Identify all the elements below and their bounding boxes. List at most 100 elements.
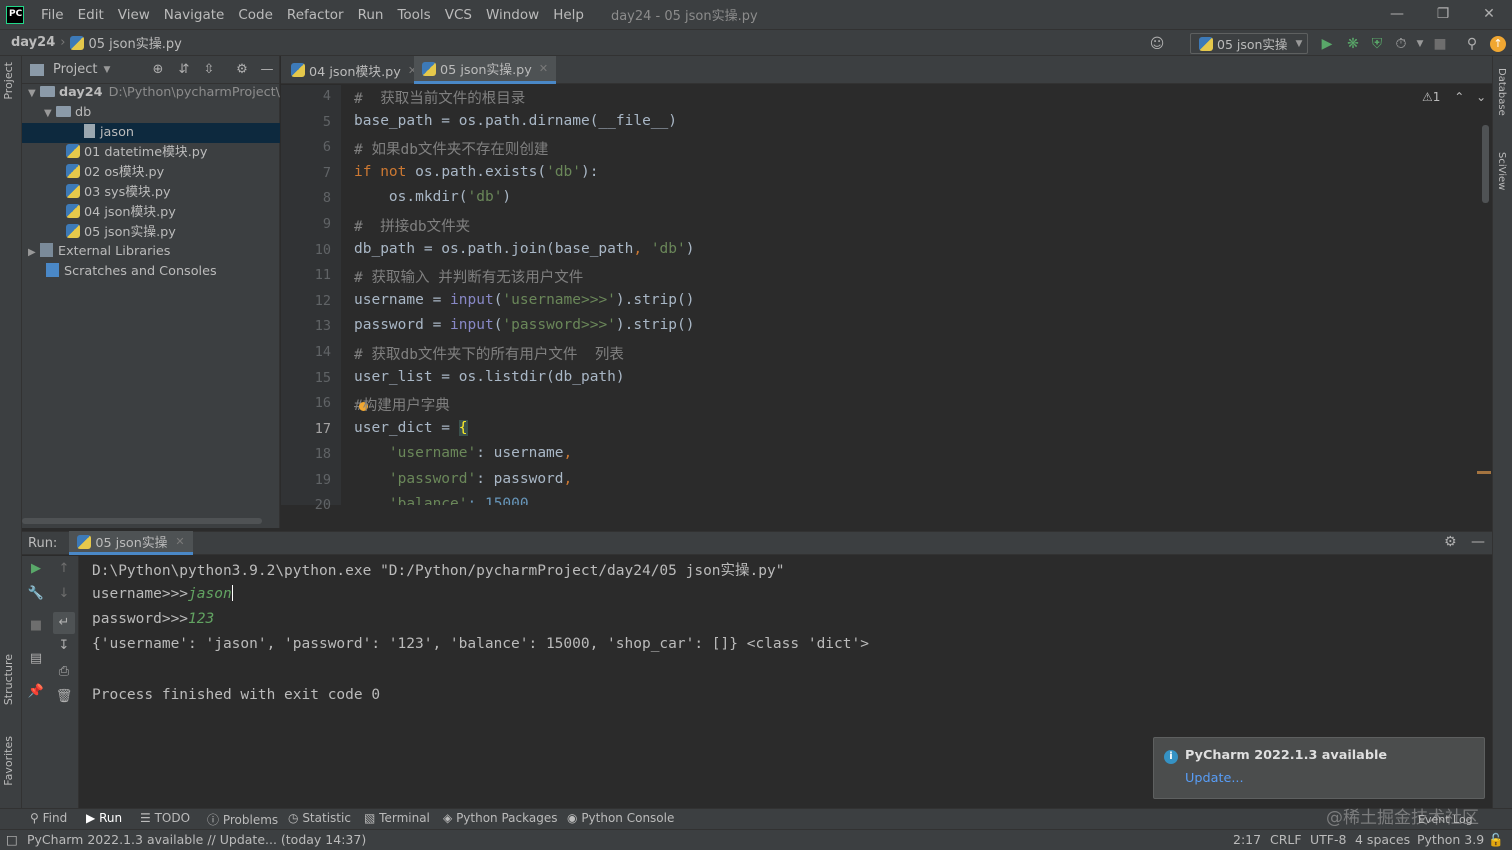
debug-icon[interactable]: ❋ (1344, 35, 1362, 53)
scroll-marker (1477, 471, 1491, 474)
editor-vertical-scrollbar[interactable] (1482, 125, 1489, 203)
side-tab-structure[interactable]: Structure (2, 654, 15, 705)
project-view-select[interactable]: Project (53, 62, 97, 77)
tool-todo[interactable]: ☰ TODO (140, 811, 190, 825)
pin-icon[interactable]: 📌 (27, 683, 45, 701)
tree-item-file[interactable]: 05 json实操.py (22, 223, 280, 243)
status-interpreter[interactable]: Python 3.9 (1417, 832, 1484, 847)
status-encoding[interactable]: UTF-8 (1310, 832, 1346, 847)
code-line-14: # 获取db文件夹下的所有用户文件 列表 (354, 347, 624, 363)
chevron-up-icon[interactable]: ⌃ (1454, 90, 1464, 104)
code-comma: , (563, 471, 573, 487)
update-link[interactable]: Update... (1185, 771, 1244, 786)
hide-panel-icon[interactable]: — (259, 62, 275, 78)
editor-tab-json-module[interactable]: 04 json模块.py ✕ (283, 56, 425, 84)
tree-item-file[interactable]: 02 os模块.py (22, 163, 280, 183)
menu-navigate[interactable]: Navigate (157, 7, 232, 23)
arrow-up-icon[interactable]: ↑ (55, 560, 73, 578)
status-message[interactable]: PyCharm 2022.1.3 available // Update... … (27, 832, 366, 847)
soft-wrap-icon[interactable]: ↵ (53, 612, 75, 634)
run-icon[interactable]: ▶ (1318, 35, 1336, 53)
menu-view[interactable]: View (111, 7, 157, 23)
inspection-widget[interactable]: ⚠1 ⌃ ⌄ (1422, 90, 1486, 104)
code-line-17: user_dict = { (354, 420, 468, 436)
more-run-chevron-icon[interactable]: ▼ (1411, 35, 1429, 53)
code-editor[interactable]: # 获取当前文件的根目录 base_path = os.path.dirname… (341, 85, 1492, 505)
chevron-down-icon[interactable]: ▼ (103, 65, 110, 75)
side-tab-database[interactable]: Database (1496, 68, 1507, 116)
scroll-to-end-icon[interactable]: ↧ (55, 637, 73, 655)
search-icon[interactable]: ⚲ (1463, 35, 1481, 53)
menu-edit[interactable]: Edit (71, 7, 111, 23)
tool-label: Terminal (379, 811, 430, 825)
console-password-line: password>>>123 (92, 611, 214, 627)
close-tab-icon[interactable]: ✕ (539, 62, 548, 75)
status-toggle-icon[interactable]: □ (6, 832, 18, 847)
user-icon[interactable]: ☺ (1148, 35, 1166, 53)
side-tab-sciview[interactable]: SciView (1496, 152, 1507, 190)
minimize-icon[interactable]: — (1387, 4, 1407, 24)
status-indent[interactable]: 4 spaces (1355, 832, 1410, 847)
hide-panel-icon[interactable]: — (1471, 534, 1489, 552)
wrench-icon[interactable]: 🔧 (27, 585, 45, 603)
chevron-down-icon: ▼ (44, 108, 52, 119)
pycharm-logo-icon (6, 5, 24, 24)
tree-item-root[interactable]: ▼ day24 D:\Python\pycharmProject\day (22, 83, 280, 103)
tree-item-file[interactable]: 03 sys模块.py (22, 183, 280, 203)
tree-item-db[interactable]: ▼ db (22, 103, 280, 123)
run-tab[interactable]: 05 json实操 ✕ (69, 531, 193, 555)
status-line-separator[interactable]: CRLF (1270, 832, 1302, 847)
breadcrumb-file[interactable]: 05 json实操.py (70, 33, 182, 52)
tool-python-console[interactable]: ◉ Python Console (567, 811, 674, 825)
tree-item-file[interactable]: 04 json模块.py (22, 203, 280, 223)
tool-find[interactable]: ⚲ Find (30, 811, 67, 825)
project-horizontal-scrollbar[interactable] (22, 518, 262, 524)
python-file-icon (66, 164, 80, 178)
tree-item-scratches[interactable]: Scratches and Consoles (22, 262, 280, 282)
menu-code[interactable]: Code (231, 7, 280, 23)
close-window-icon[interactable]: ✕ (1479, 4, 1499, 24)
rerun-icon[interactable]: ▶ (27, 560, 45, 578)
layout-icon[interactable]: ▤ (27, 650, 45, 668)
lock-icon[interactable]: 🔓 (1488, 832, 1504, 848)
gear-icon[interactable]: ⚙ (234, 62, 250, 78)
code-line-13: password = input('password>>>').strip() (354, 317, 695, 333)
status-caret-position[interactable]: 2:17 (1233, 832, 1261, 847)
menu-file[interactable]: File (34, 7, 71, 23)
print-icon[interactable]: ⎙ (55, 663, 73, 681)
menu-help[interactable]: Help (546, 7, 591, 23)
menu-refactor[interactable]: Refactor (280, 7, 351, 23)
collapse-all-icon[interactable]: ⇳ (201, 62, 217, 78)
menu-vcs[interactable]: VCS (438, 7, 479, 23)
update-icon[interactable]: ↑ (1490, 36, 1506, 52)
menu-window[interactable]: Window (479, 7, 546, 23)
breadcrumb-project[interactable]: day24 (11, 35, 55, 50)
arrow-down-icon[interactable]: ↓ (55, 585, 73, 603)
menu-tools[interactable]: Tools (390, 7, 437, 23)
stop-icon[interactable]: ■ (1431, 35, 1449, 53)
tree-item-jason[interactable]: jason (22, 123, 280, 143)
restore-icon[interactable]: ❐ (1433, 4, 1453, 24)
locate-file-icon[interactable]: ⊕ (150, 62, 166, 78)
side-tab-favorites[interactable]: Favorites (2, 736, 15, 786)
coverage-icon[interactable]: ⛨ (1368, 35, 1386, 53)
trash-icon[interactable]: 🗑 (55, 688, 73, 706)
gear-icon[interactable]: ⚙ (1444, 534, 1462, 552)
tool-python-packages[interactable]: ◈ Python Packages (443, 811, 557, 825)
close-tab-icon[interactable]: ✕ (175, 535, 184, 548)
side-tab-project[interactable]: Project (2, 62, 15, 100)
editor-tab-json-practice[interactable]: 05 json实操.py ✕ (414, 56, 557, 84)
tool-run[interactable]: ▶ Run (86, 811, 122, 825)
tree-item-external-libraries[interactable]: ▶ External Libraries (22, 242, 280, 262)
code-text: ) (685, 241, 695, 257)
run-configuration-select[interactable]: 05 json实操 ▼ (1190, 33, 1308, 54)
tool-statistic[interactable]: ◷ Statistic (288, 811, 351, 825)
tree-item-file[interactable]: 01 datetime模块.py (22, 143, 280, 163)
menu-run[interactable]: Run (351, 7, 391, 23)
stop-icon[interactable]: ■ (27, 617, 45, 635)
profile-icon[interactable]: ⏱ (1392, 35, 1410, 53)
chevron-down-icon[interactable]: ⌄ (1476, 90, 1486, 104)
tool-terminal[interactable]: ▧ Terminal (364, 811, 430, 825)
expand-all-icon[interactable]: ⇵ (176, 62, 192, 78)
tool-problems[interactable]: ⓘ Problems (207, 811, 278, 828)
